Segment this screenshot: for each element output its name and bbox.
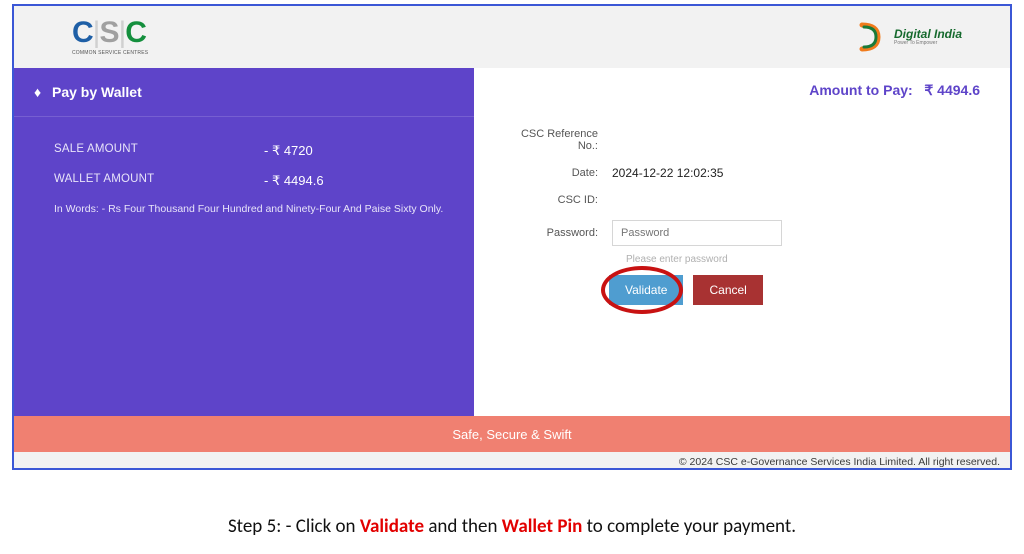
pay-by-wallet-title: Pay by Wallet: [52, 84, 142, 100]
csc-id-label: CSC ID:: [504, 194, 612, 206]
right-panel: Amount to Pay: ₹ 4494.6 CSC Reference No…: [474, 68, 1010, 416]
password-row: Password:: [504, 220, 980, 246]
digital-india-logo: Digital India Power To Empower: [856, 21, 962, 53]
cancel-button[interactable]: Cancel: [693, 275, 762, 305]
digital-india-icon: [856, 21, 888, 53]
date-label: Date:: [504, 167, 612, 179]
password-input[interactable]: [612, 220, 782, 246]
safe-secure-text: Safe, Secure & Swift: [452, 427, 571, 442]
password-hint: Please enter password: [626, 254, 980, 265]
wallet-amount-row: WALLET AMOUNT - ₹ 4494.6: [54, 173, 452, 189]
password-label: Password:: [504, 227, 612, 239]
instruction-word-validate: Validate: [360, 515, 424, 538]
safe-secure-bar: Safe, Secure & Swift: [14, 416, 1010, 452]
digital-india-text-wrap: Digital India Power To Empower: [894, 28, 962, 46]
csc-id-row: CSC ID:: [504, 194, 980, 206]
sale-amount-value: - ₹ 4720: [264, 143, 313, 159]
diamond-icon: ♦: [34, 84, 44, 100]
csc-ref-row: CSC Reference No.:: [504, 128, 980, 152]
csc-logo: C|S|C COMMON SERVICE CENTRES: [72, 18, 148, 56]
date-value: 2024-12-22 12:02:35: [612, 166, 723, 180]
instruction-mid: and then: [428, 515, 501, 538]
pay-by-wallet-header: ♦ Pay by Wallet: [14, 68, 474, 117]
right-body: CSC Reference No.: Date: 2024-12-22 12:0…: [474, 68, 980, 305]
date-row: Date: 2024-12-22 12:02:35: [504, 166, 980, 180]
validate-button[interactable]: Validate: [609, 275, 683, 305]
amount-to-pay-label: Amount to Pay:: [809, 82, 912, 98]
top-bar: C|S|C COMMON SERVICE CENTRES Digital Ind…: [14, 6, 1010, 68]
instruction-word-walletpin: Wallet Pin: [502, 515, 583, 538]
left-body: SALE AMOUNT - ₹ 4720 WALLET AMOUNT - ₹ 4…: [14, 117, 474, 225]
sale-amount-label: SALE AMOUNT: [54, 143, 264, 159]
wallet-amount-label: WALLET AMOUNT: [54, 173, 264, 189]
content-area: ♦ Pay by Wallet SALE AMOUNT - ₹ 4720 WAL…: [14, 68, 1010, 416]
amount-to-pay: Amount to Pay: ₹ 4494.6: [809, 82, 980, 99]
left-panel: ♦ Pay by Wallet SALE AMOUNT - ₹ 4720 WAL…: [14, 68, 474, 416]
instruction-suffix: to complete your payment.: [587, 515, 796, 538]
copyright-text: © 2024 CSC e-Governance Services India L…: [14, 452, 1010, 468]
amount-to-pay-value: ₹ 4494.6: [924, 82, 980, 98]
instruction-caption: Step 5: - Click on Validate and then Wal…: [0, 515, 1024, 538]
button-row: Validate Cancel: [609, 275, 980, 305]
csc-ref-label: CSC Reference No.:: [504, 128, 612, 152]
in-words-text: In Words: - Rs Four Thousand Four Hundre…: [54, 203, 452, 215]
csc-logo-mark: C|S|C: [72, 18, 146, 48]
wallet-amount-value: - ₹ 4494.6: [264, 173, 324, 189]
sale-amount-row: SALE AMOUNT - ₹ 4720: [54, 143, 452, 159]
instruction-prefix: Step 5: - Click on: [228, 515, 360, 538]
app-frame: C|S|C COMMON SERVICE CENTRES Digital Ind…: [12, 4, 1012, 470]
csc-logo-subtext: COMMON SERVICE CENTRES: [72, 50, 148, 56]
digital-india-text: Digital India: [894, 28, 962, 40]
